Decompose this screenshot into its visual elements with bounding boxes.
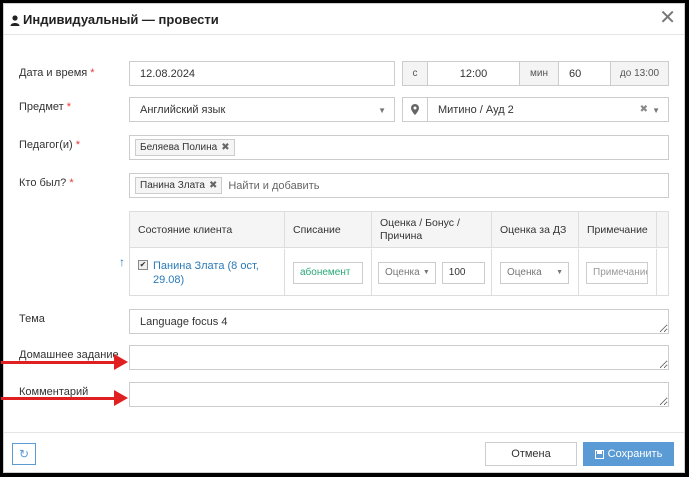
remove-tag-icon[interactable]: ✖ (209, 180, 217, 191)
required-mark: * (90, 67, 95, 79)
hw-grade-select[interactable]: Оценка ▼ (500, 261, 569, 284)
cancel-button[interactable]: Отмена (485, 442, 577, 466)
table-header: Состояние клиента Списание Оценка / Бону… (130, 212, 668, 248)
subject-label: Предмет * (19, 101, 71, 113)
dialog-title: Индивидуальный — провести (10, 12, 219, 27)
location-pin-icon (402, 97, 428, 122)
topic-label: Тема (19, 313, 45, 325)
lesson-dialog: Индивидуальный — провести ✕ Дата и время… (1, 3, 685, 474)
attendee-tag: Панина Злата ✖ (135, 177, 223, 194)
time-input[interactable]: 12:00 (427, 61, 520, 86)
table-row: ✔ Панина Злата (8 ост, 29.08) (130, 249, 285, 296)
chevron-down-icon: ▼ (556, 268, 563, 276)
required-mark: * (69, 177, 74, 189)
grade-select[interactable]: Оценка ▼ (378, 261, 436, 284)
chevron-down-icon: ▼ (652, 106, 660, 115)
clear-icon[interactable]: ✖ (640, 104, 648, 115)
location-value: Митино / Ауд 2 (438, 103, 514, 116)
save-button[interactable]: Сохранить (583, 442, 674, 466)
time-from-prefix: с (402, 61, 428, 86)
attended-search-placeholder[interactable]: Найти и добавить (228, 180, 319, 192)
hw-grade-cell: Оценка ▼ (492, 249, 579, 296)
annotation-arrowhead-comment (114, 390, 128, 406)
user-icon (10, 14, 20, 26)
attendee-tag-label: Панина Злата (140, 180, 205, 191)
subject-select[interactable]: Английский язык ▼ (129, 97, 395, 122)
attendance-table: Состояние клиента Списание Оценка / Бону… (129, 211, 669, 296)
column-header-grade: Оценка / Бонус / Причина (372, 212, 492, 248)
datetime-label: Дата и время * (19, 67, 95, 79)
upload-arrow-icon[interactable]: ↑ (119, 255, 125, 269)
column-header-status: Состояние клиента (130, 212, 285, 248)
duration-input[interactable]: 60 (558, 61, 611, 86)
attended-label: Кто был? * (19, 177, 74, 189)
required-mark: * (66, 101, 72, 113)
teacher-tag-label: Беляева Полина (140, 142, 218, 153)
refresh-icon: ↻ (18, 447, 30, 461)
attended-checkbox[interactable]: ✔ (138, 260, 148, 270)
end-time-label: до 13:00 (610, 61, 669, 86)
subject-value: Английский язык (140, 103, 226, 116)
column-header-hw-grade: Оценка за ДЗ (492, 212, 579, 248)
teacher-multiselect[interactable]: Беляева Полина ✖ (129, 135, 669, 160)
bonus-input[interactable]: 100 (441, 261, 485, 284)
attended-multiselect[interactable]: Панина Злата ✖ Найти и добавить (129, 173, 669, 198)
column-header-note: Примечание (579, 212, 657, 248)
note-cell: Примечание (579, 249, 657, 296)
grade-cell: Оценка ▼ 100 (372, 249, 492, 296)
writeoff-select[interactable]: абонемент (293, 261, 363, 284)
teacher-label-text: Педагог(и) (19, 139, 73, 151)
chevron-down-icon: ▼ (422, 268, 430, 276)
comment-textarea[interactable] (129, 382, 669, 407)
close-icon[interactable]: ✕ (659, 8, 676, 28)
homework-textarea[interactable] (129, 345, 669, 370)
annotation-arrowhead-homework (114, 354, 128, 370)
client-link[interactable]: Панина Злата (8 ост, 29.08) (153, 259, 276, 287)
annotation-arrow-comment (1, 397, 116, 400)
dialog-title-text: Индивидуальный — провести (23, 12, 219, 27)
chevron-down-icon: ▼ (378, 106, 386, 115)
save-button-label: Сохранить (607, 448, 663, 460)
reset-button[interactable]: ↻ (12, 443, 36, 465)
datetime-label-text: Дата и время (19, 67, 88, 79)
note-input[interactable]: Примечание (586, 261, 648, 284)
column-header-writeoff: Списание (285, 212, 372, 248)
minutes-label: мин (519, 61, 559, 86)
grade-placeholder: Оценка (385, 267, 420, 278)
writeoff-cell: абонемент (285, 249, 372, 296)
teacher-tag: Беляева Полина ✖ (135, 139, 235, 156)
required-mark: * (75, 139, 81, 151)
attended-label-text: Кто был? (19, 177, 67, 189)
dialog-header: Индивидуальный — провести ✕ (4, 4, 684, 35)
dialog-footer: ↻ Отмена Сохранить (4, 432, 684, 474)
hw-grade-placeholder: Оценка (507, 267, 542, 278)
topic-textarea[interactable] (129, 309, 669, 334)
location-select[interactable]: Митино / Ауд 2 ✖ ▼ (427, 97, 669, 122)
annotation-arrow-homework (1, 361, 116, 364)
remove-tag-icon[interactable]: ✖ (221, 142, 229, 153)
teacher-label: Педагог(и) * (19, 139, 80, 151)
date-input[interactable]: 12.08.2024 (129, 61, 395, 86)
floppy-disk-icon (594, 449, 604, 459)
homework-label: Домашнее задание (19, 349, 119, 361)
subject-label-text: Предмет (19, 101, 64, 113)
